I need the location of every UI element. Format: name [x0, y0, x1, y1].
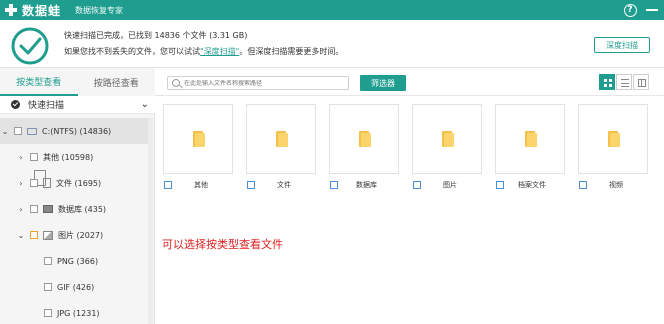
tree-item-png[interactable]: PNG (366) — [0, 248, 148, 274]
folder-tile-video[interactable] — [578, 104, 648, 174]
tree-item-label: 其他 (10598) — [43, 152, 94, 162]
checkbox[interactable] — [44, 283, 52, 291]
tree-item-documents[interactable]: › 文件 (1695) — [0, 170, 148, 196]
folder-label: 数据库 — [356, 181, 377, 189]
folder-icon — [193, 131, 205, 147]
checkbox[interactable] — [30, 205, 38, 213]
checkbox[interactable] — [30, 179, 38, 187]
folder-tile-images[interactable] — [412, 104, 482, 174]
check-circle-icon — [11, 100, 20, 109]
folder-label: 其他 — [194, 181, 208, 189]
drive-icon — [27, 127, 37, 135]
app-logo: 数据蛙 — [4, 2, 61, 19]
list-view-button[interactable] — [616, 74, 632, 90]
folder-icon — [359, 131, 371, 147]
view-tabs: 按类型查看 按路径查看 — [0, 68, 155, 96]
search-icon — [172, 79, 180, 87]
hint-suffix: 。但深度扫描需要更多时间。 — [239, 47, 344, 56]
document-icon — [43, 178, 51, 188]
item-checkbox[interactable] — [496, 181, 504, 189]
tree-item-label: 图片 (2027) — [58, 230, 104, 240]
folder-icon — [276, 131, 288, 147]
search-input[interactable] — [184, 79, 344, 87]
quick-scan-label: 快速扫描 — [28, 101, 65, 111]
folder-tile-archives[interactable] — [495, 104, 565, 174]
expand-arrow-icon[interactable]: › — [16, 153, 26, 162]
hint-prefix: 如果您找不到丢失的文件，您可以试试 — [64, 47, 200, 56]
tree-item-database[interactable]: › 数据库 (435) — [0, 196, 148, 222]
content-toolbar: 筛选器 — [155, 68, 664, 96]
checkbox[interactable] — [30, 231, 38, 239]
chevron-down-icon[interactable]: ⌄ — [141, 99, 149, 110]
tab-by-type[interactable]: 按类型查看 — [0, 68, 78, 96]
app-name: 数据蛙 — [22, 3, 62, 18]
expand-arrow-icon[interactable]: ⌄ — [0, 127, 10, 136]
scan-result-text: 快速扫描已完成，已找到 14836 个文件 (3.31 GB) — [64, 31, 248, 40]
quick-scan-row[interactable]: 快速扫描 ⌄ — [0, 96, 155, 114]
list-icon — [621, 79, 629, 87]
help-icon[interactable]: ? — [622, 2, 638, 18]
image-icon — [43, 230, 53, 240]
tree-item-label: GIF (426) — [57, 282, 95, 292]
checkbox[interactable] — [44, 257, 52, 265]
folder-icon — [608, 131, 620, 147]
scan-complete-check-icon — [11, 27, 49, 65]
tree-item-label: JPG (1231) — [57, 308, 100, 318]
tree-item-label: C:(NTFS) (14836) — [42, 126, 112, 136]
file-grid: 其他 文件 数据库 图片 档案文件 视频 可以选择按类型查看文件 — [155, 96, 664, 324]
tree-item-drive-c[interactable]: ⌄ C:(NTFS) (14836) — [0, 118, 148, 144]
deep-scan-link[interactable]: "深度扫描" — [200, 47, 239, 56]
folder-tile-other[interactable] — [163, 104, 233, 174]
folder-label: 文件 — [277, 181, 291, 189]
tree-item-label: PNG (366) — [57, 256, 99, 266]
item-checkbox[interactable] — [247, 181, 255, 189]
tab-by-path[interactable]: 按路径查看 — [78, 68, 156, 96]
sidebar-scrollbar[interactable] — [148, 118, 153, 324]
tree-item-other[interactable]: › 其他 (10598) — [0, 144, 148, 186]
scan-status-panel — [0, 20, 664, 68]
expand-arrow-icon[interactable]: ⌄ — [16, 231, 26, 240]
tree-item-label: 文件 (1695) — [56, 178, 102, 188]
deep-scan-hint-text: 如果您找不到丢失的文件，您可以试试"深度扫描"。但深度扫描需要更多时间。 — [64, 46, 343, 57]
tree-item-label: 数据库 (435) — [58, 204, 107, 214]
folder-icon — [442, 131, 454, 147]
checkbox[interactable] — [14, 127, 22, 135]
tree-item-gif[interactable]: GIF (426) — [0, 274, 148, 300]
checkbox[interactable] — [30, 153, 38, 161]
folder-icon — [525, 131, 537, 147]
sidebar: 按类型查看 按路径查看 快速扫描 ⌄ ⌄ C:(NTFS) (14836) › … — [0, 68, 155, 324]
plus-logo-icon — [4, 3, 18, 17]
search-box[interactable] — [167, 76, 349, 90]
detail-view-button[interactable] — [633, 74, 649, 90]
filter-button[interactable]: 筛选器 — [360, 75, 406, 91]
minimize-icon[interactable] — [644, 2, 660, 18]
deep-scan-button[interactable]: 深度扫描 — [594, 37, 650, 53]
expand-arrow-icon[interactable]: › — [16, 205, 26, 214]
item-checkbox[interactable] — [164, 181, 172, 189]
tree-item-images[interactable]: ⌄ 图片 (2027) — [0, 222, 148, 248]
item-checkbox[interactable] — [413, 181, 421, 189]
folder-tile-database[interactable] — [329, 104, 399, 174]
grid-icon — [604, 79, 612, 87]
folder-label: 视频 — [609, 181, 623, 189]
annotation-hint: 可以选择按类型查看文件 — [162, 238, 283, 251]
checkbox[interactable] — [44, 309, 52, 317]
grid-view-button[interactable] — [599, 74, 615, 90]
database-icon — [43, 205, 53, 213]
folder-label: 图片 — [443, 181, 457, 189]
expand-arrow-icon[interactable]: › — [16, 179, 26, 188]
item-checkbox[interactable] — [330, 181, 338, 189]
folder-label: 档案文件 — [518, 181, 546, 189]
item-checkbox[interactable] — [579, 181, 587, 189]
app-subtitle: 数据恢复专家 — [75, 5, 124, 15]
title-bar: 数据蛙 数据恢复专家 ? — [0, 0, 664, 20]
folder-tile-documents[interactable] — [246, 104, 316, 174]
tree-item-jpg[interactable]: JPG (1231) — [0, 300, 148, 324]
view-mode-switcher — [598, 74, 649, 90]
detail-icon — [638, 79, 646, 87]
